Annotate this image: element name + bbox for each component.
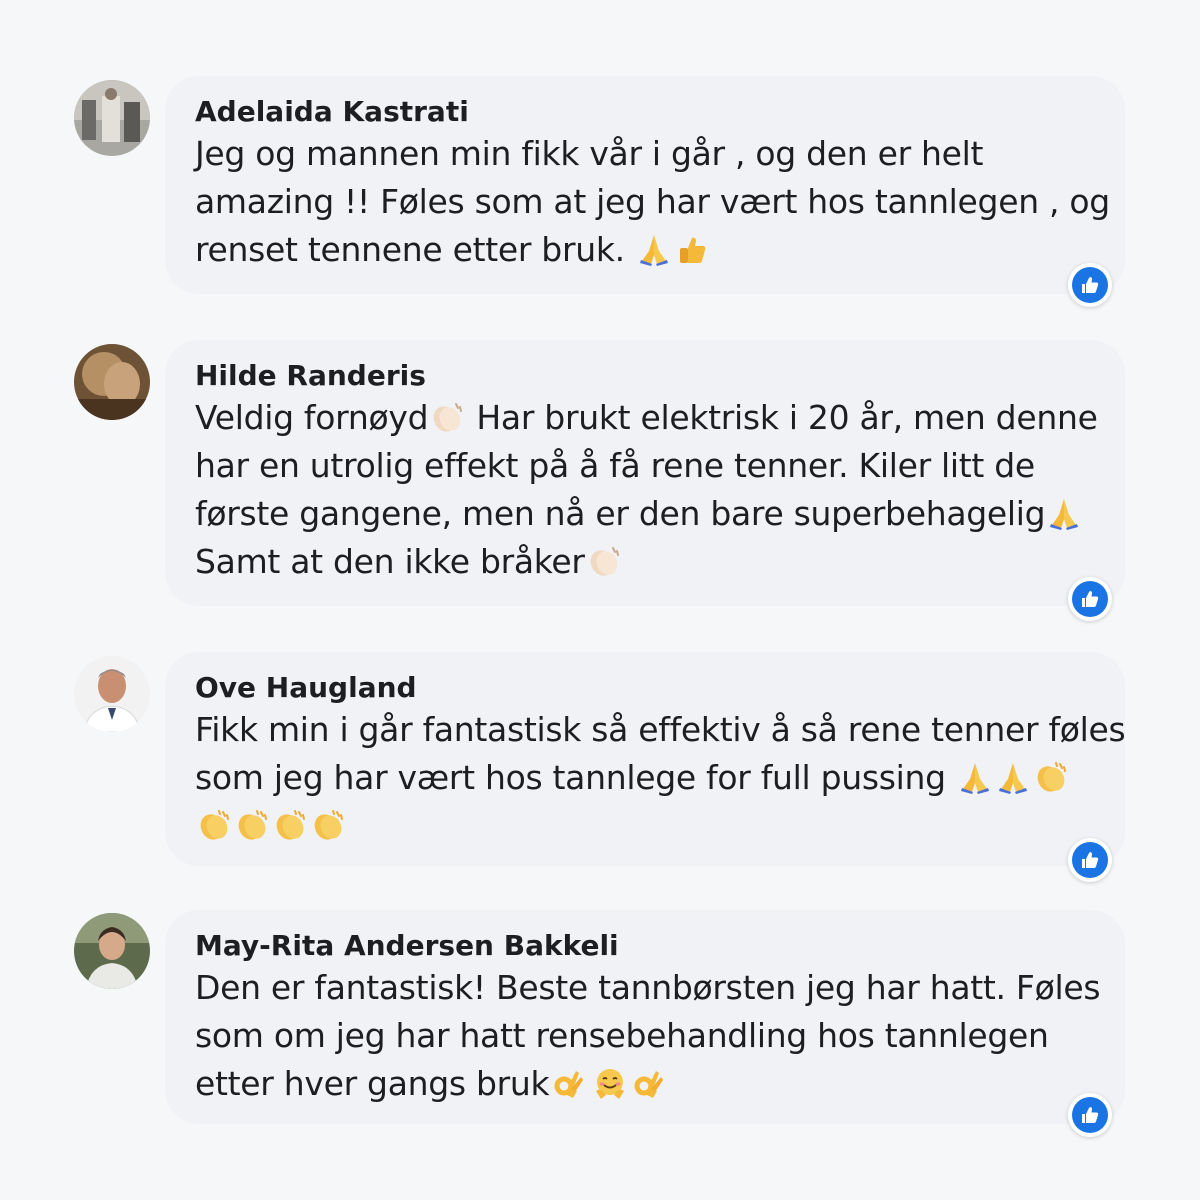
avatar-photo: [74, 656, 150, 732]
comment-line: amazing !! Føles som at jeg har vært hos…: [195, 182, 1110, 221]
praying-hands-icon: [996, 761, 1030, 795]
comment-bubble: May-Rita Andersen Bakkeli Den er fantast…: [165, 910, 1125, 1124]
avatar-photo: [74, 344, 150, 420]
like-reaction-icon[interactable]: [1068, 1093, 1112, 1137]
comment-line: Fikk min i går fantastisk så effektiv å …: [195, 710, 1126, 749]
clapping-hands-icon: [311, 809, 345, 843]
comment-line-with-emoji: renset tennene etter bruk.: [195, 226, 1095, 274]
comment-line: Jeg og mannen min fikk vår i går , og de…: [195, 134, 984, 173]
avatar[interactable]: [74, 913, 150, 989]
praying-hands-icon: [1047, 497, 1081, 531]
avatar[interactable]: [74, 344, 150, 420]
like-reaction-icon[interactable]: [1068, 263, 1112, 307]
comment-line: Har brukt elektrisk i 20 år, men denne: [466, 398, 1098, 437]
clapping-hands-icon: [586, 545, 621, 579]
clapping-hands-icon: [197, 809, 231, 843]
comment-text: Fikk min i går fantastisk så effektiv å …: [195, 706, 1126, 850]
clapping-hands-icon: [430, 401, 465, 435]
comment-line: første gangene, men nå er den bare super…: [195, 494, 1046, 533]
commenter-name[interactable]: Adelaida Kastrati: [195, 94, 1095, 130]
comment-line: Den er fantastisk! Beste tannbørsten jeg…: [195, 968, 1101, 1007]
avatar-photo: [74, 913, 150, 989]
like-reaction-icon[interactable]: [1068, 838, 1112, 882]
comment-bubble: Ove Haugland Fikk min i går fantastisk s…: [165, 652, 1126, 866]
comment-line-with-emoji: etter hver gangs bruk: [195, 1060, 1095, 1108]
like-reaction-icon[interactable]: [1068, 577, 1112, 621]
avatar-photo: [74, 80, 150, 156]
comment-line: etter hver gangs bruk: [195, 1064, 550, 1103]
clapping-hands-icon: [1033, 761, 1068, 795]
comment-line: Veldig fornøyd: [195, 398, 429, 437]
comment-line: har en utrolig effekt på å få rene tenne…: [195, 446, 1035, 485]
comment-line: renset tennene etter bruk.: [195, 230, 636, 269]
avatar[interactable]: [74, 656, 150, 732]
clapping-hands-icon: [235, 809, 269, 843]
comment-line-with-emoji: første gangene, men nå er den bare super…: [195, 490, 1095, 538]
commenter-name[interactable]: Ove Haugland: [195, 670, 1095, 706]
comment-text: Jeg og mannen min fikk vår i går , og de…: [195, 130, 1110, 274]
clapping-hands-icon: [273, 809, 307, 843]
ok-hand-icon: [631, 1067, 665, 1101]
ok-hand-icon: [551, 1067, 585, 1101]
comment-line: som om jeg har hatt rensebehandling hos …: [195, 1016, 1049, 1055]
avatar[interactable]: [74, 80, 150, 156]
smiling-face-with-open-hands-icon: [593, 1067, 627, 1101]
comment-line-with-emoji: Samt at den ikke bråker: [195, 538, 1095, 586]
comment-line: som jeg har vært hos tannlege for full p…: [195, 758, 956, 797]
thumbs-up-icon: [675, 233, 709, 267]
commenter-name[interactable]: Hilde Randeris: [195, 358, 1095, 394]
comment-line-with-emoji: som jeg har vært hos tannlege for full p…: [195, 754, 1095, 802]
praying-hands-icon: [958, 761, 992, 795]
comment-text: Veldig fornøyd Har brukt elektrisk i 20 …: [195, 394, 1098, 586]
commenter-name[interactable]: May-Rita Andersen Bakkeli: [195, 928, 1095, 964]
comment-line-with-emoji: Veldig fornøyd Har brukt elektrisk i 20 …: [195, 394, 1098, 442]
comment-text: Den er fantastisk! Beste tannbørsten jeg…: [195, 964, 1101, 1108]
praying-hands-icon: [637, 233, 671, 267]
comment-bubble: Adelaida Kastrati Jeg og mannen min fikk…: [165, 76, 1125, 294]
emoji-line: [195, 802, 1095, 850]
comment-bubble: Hilde Randeris Veldig fornøyd Har brukt …: [165, 340, 1125, 606]
comment-line: Samt at den ikke bråker: [195, 542, 585, 581]
